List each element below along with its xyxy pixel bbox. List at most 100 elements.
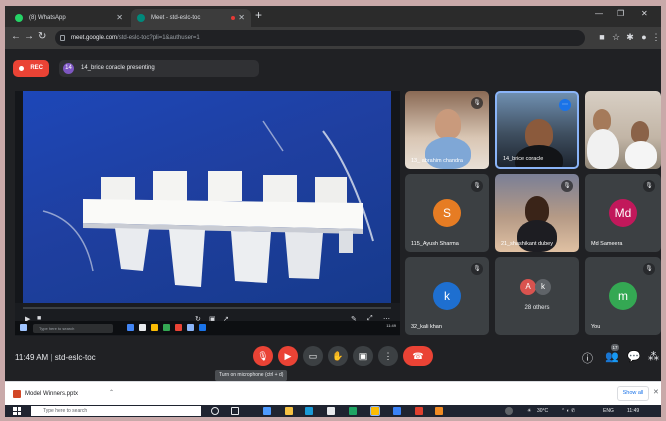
- camera-permission-icon[interactable]: ■: [597, 32, 607, 42]
- close-tab-icon[interactable]: ✕: [238, 9, 245, 27]
- separator: |: [50, 353, 53, 362]
- shared-clock: 11:49: [386, 323, 396, 328]
- forward-icon[interactable]: →: [24, 31, 34, 42]
- tab-label: Meet - std-eslc-toc: [151, 15, 201, 21]
- tab-meet[interactable]: Meet - std-eslc-toc ✕: [131, 9, 251, 27]
- taskbar-app-icon[interactable]: [415, 407, 423, 415]
- minimize-icon[interactable]: —: [595, 9, 603, 18]
- close-window-icon[interactable]: ✕: [641, 9, 648, 18]
- participant-tile[interactable]: [585, 91, 661, 169]
- taskbar-app-icon[interactable]: [305, 407, 313, 415]
- new-tab-button[interactable]: +: [255, 8, 262, 22]
- presenter-avatar: 14: [63, 63, 74, 74]
- others-count: 28 others: [524, 305, 550, 311]
- mic-off-icon: 🎙: [561, 180, 573, 192]
- participant-count-badge: 17: [611, 344, 619, 351]
- raise-hand-button[interactable]: ✋: [328, 346, 348, 366]
- show-all-button[interactable]: Show all: [617, 386, 649, 401]
- screen: (8) WhatsApp ✕ Meet - std-eslc-toc ✕ + —…: [5, 6, 661, 417]
- info-icon[interactable]: ⓘ: [582, 350, 593, 366]
- tray-icons[interactable]: ⌃ ◐ ✆: [561, 406, 575, 416]
- shared-start-icon: [20, 324, 27, 331]
- activities-icon[interactable]: ⁂: [648, 350, 659, 363]
- taskbar-clock[interactable]: 11:49: [627, 406, 639, 416]
- taskbar-app-icon[interactable]: [393, 407, 401, 415]
- store-icon[interactable]: [327, 407, 335, 415]
- self-avatar: m: [609, 282, 637, 310]
- chrome-icon[interactable]: [370, 406, 380, 416]
- back-icon[interactable]: ←: [11, 31, 21, 42]
- bookmark-star-icon[interactable]: ☆: [611, 32, 621, 42]
- participant-video: [631, 121, 649, 143]
- browser-menu-icon[interactable]: ⋮: [651, 32, 661, 42]
- taskbar-app-icon[interactable]: [435, 407, 443, 415]
- participant-tile[interactable]: 🎙 k 32_kali khan: [405, 257, 489, 335]
- chat-app-icon[interactable]: [505, 407, 513, 415]
- participant-avatar: Md: [609, 199, 637, 227]
- leave-call-button[interactable]: ☎: [403, 346, 433, 366]
- participant-name: 21_shashikant dubey: [501, 241, 553, 247]
- taskbar-app-icon[interactable]: [263, 407, 271, 415]
- close-shelf-icon[interactable]: ✕: [653, 388, 659, 396]
- people-icon[interactable]: 👥: [605, 350, 619, 363]
- reload-icon[interactable]: ↻: [38, 31, 46, 42]
- self-tile[interactable]: 🎙 m You: [585, 257, 661, 335]
- microphone-tooltip: Turn on microphone (ctrl + d): [215, 370, 288, 381]
- address-bar[interactable]: meet.google.com/std-eslc-toc?pli=1&authu…: [55, 30, 585, 46]
- video-progress-bar[interactable]: [23, 307, 391, 309]
- chevron-up-icon[interactable]: ⌃: [109, 389, 114, 396]
- meeting-clock: 11:49 AM: [15, 353, 49, 362]
- presentation-view[interactable]: ▶ ■ ↻ ▣ ↗ ✎ ⤢ ⋯ Type here to search 11:4…: [15, 91, 400, 338]
- participant-avatar: S: [433, 199, 461, 227]
- shared-app-icon: [175, 324, 182, 331]
- profile-icon[interactable]: ●: [639, 32, 649, 42]
- more-options-button[interactable]: ⋮: [378, 346, 398, 366]
- extensions-icon[interactable]: ✱: [625, 32, 635, 42]
- meet-icon: [137, 14, 145, 22]
- camera-toggle-button[interactable]: ▶: [278, 346, 298, 366]
- participant-video: [517, 220, 557, 252]
- recording-indicator[interactable]: REC: [13, 60, 49, 77]
- participant-tile-speaking[interactable]: ⋯ 14_brice coracle: [495, 91, 579, 169]
- participant-name: You: [591, 324, 601, 330]
- download-item[interactable]: Model Winners.pptx: [11, 386, 78, 402]
- tab-whatsapp[interactable]: (8) WhatsApp ✕: [9, 9, 129, 27]
- cortana-icon[interactable]: [211, 407, 219, 415]
- meeting-info: 11:49 AM | std-eslc-toc: [15, 353, 96, 362]
- participant-tile[interactable]: 🎙 Md Md Sameera: [585, 174, 661, 252]
- bridge-model-image: [42, 120, 374, 287]
- shared-app-icon: [151, 324, 158, 331]
- shared-app-icon: [127, 324, 134, 331]
- mic-toggle-button[interactable]: 🎙: [253, 346, 273, 366]
- present-button[interactable]: ▣: [353, 346, 373, 366]
- shared-app-icon: [199, 324, 206, 331]
- participant-tile[interactable]: 🎙 13_ abrahim chandra: [405, 91, 489, 169]
- mic-off-icon: 🎙: [471, 97, 483, 109]
- shared-screen-taskbar: Type here to search 11:49: [15, 321, 400, 335]
- shared-app-icon: [187, 324, 194, 331]
- taskbar-search[interactable]: Type here to search: [31, 406, 201, 416]
- edge-icon[interactable]: [349, 407, 357, 415]
- participant-tile[interactable]: 🎙 21_shashikant dubey: [495, 174, 579, 252]
- others-tile[interactable]: A k 28 others: [495, 257, 579, 335]
- meet-header: REC 14 14_brice coracle presenting: [5, 49, 661, 86]
- participant-tile[interactable]: 🎙 S 115_Ayush Sharma: [405, 174, 489, 252]
- close-tab-icon[interactable]: ✕: [116, 9, 123, 27]
- task-view-icon[interactable]: [231, 407, 239, 415]
- maximize-icon[interactable]: ❐: [617, 9, 624, 18]
- others-avatar: A: [520, 279, 536, 295]
- browser-toolbar: ← → ↻ meet.google.com/std-eslc-toc?pli=1…: [5, 27, 661, 49]
- participant-video: [587, 129, 619, 169]
- whatsapp-icon: [15, 14, 23, 22]
- chat-icon[interactable]: 💬: [627, 350, 641, 363]
- browser-tab-strip: (8) WhatsApp ✕ Meet - std-eslc-toc ✕ + —…: [5, 6, 661, 27]
- windows-start-icon[interactable]: [13, 407, 21, 415]
- language-indicator[interactable]: ENG: [603, 406, 614, 416]
- captions-button[interactable]: ▭: [303, 346, 323, 366]
- presentation-video: [23, 91, 391, 303]
- mic-off-icon: 🎙: [643, 263, 655, 275]
- presenting-chip[interactable]: 14 14_brice coracle presenting: [59, 60, 259, 77]
- file-explorer-icon[interactable]: [285, 407, 293, 415]
- recording-dot-icon: [231, 16, 235, 20]
- others-avatar: k: [535, 279, 551, 295]
